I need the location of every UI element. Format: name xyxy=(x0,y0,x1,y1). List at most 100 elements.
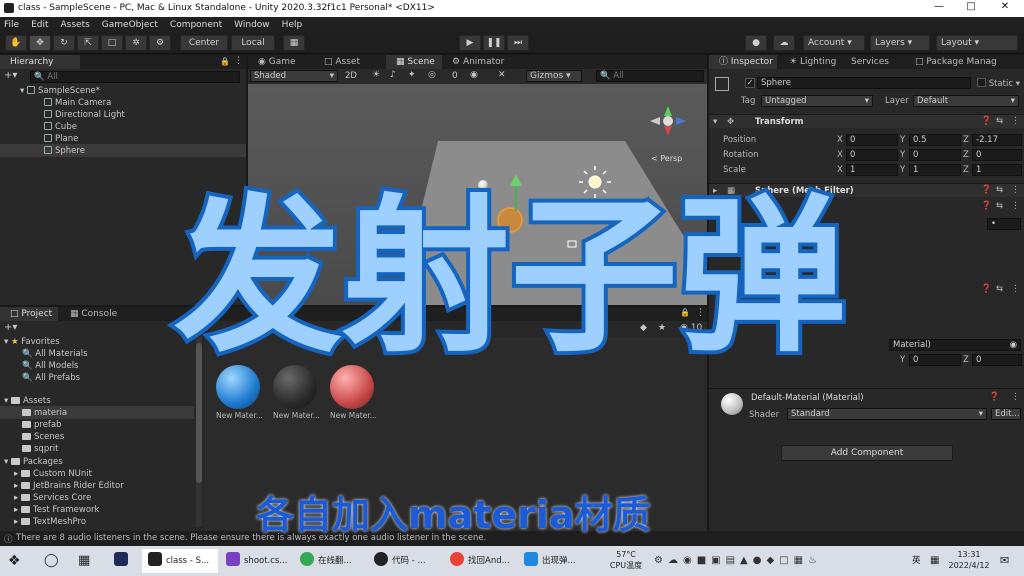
shader-edit-button[interactable]: Edit... xyxy=(991,408,1021,420)
rotation-x-input[interactable]: 0 xyxy=(846,149,898,161)
package-item[interactable]: ▸ Services Core xyxy=(14,492,91,504)
grid-snap-icon[interactable]: ▦ xyxy=(283,35,305,51)
minimize-icon[interactable]: — xyxy=(924,1,954,15)
visibility-icon[interactable]: ◎ xyxy=(428,70,436,80)
menu-component[interactable]: Component xyxy=(170,20,222,30)
component-menu-icon[interactable]: ⋮ xyxy=(1011,284,1020,294)
taskbar-app-translate[interactable]: 在线翻... xyxy=(296,549,368,573)
clock[interactable]: 13:31 2022/4/12 xyxy=(944,549,994,573)
maximize-icon[interactable]: □ xyxy=(956,1,986,15)
object-name-input[interactable]: Sphere xyxy=(757,77,971,89)
rotation-z-input[interactable]: 0 xyxy=(972,149,1022,161)
tab-asset-store[interactable]: □ Asset Store xyxy=(314,55,386,81)
taskbar-app-vs[interactable]: shoot.cs... xyxy=(222,549,294,573)
2d-toggle[interactable]: 2D xyxy=(345,71,357,81)
photoshop-icon[interactable] xyxy=(114,549,134,573)
asset-material-red[interactable]: New Mater... xyxy=(330,365,378,420)
collab-icon[interactable]: ● xyxy=(745,35,767,51)
favorite-item[interactable]: 🔍 All Materials xyxy=(22,348,88,360)
transform-header[interactable]: ▾ ✥ Transform ❓ ⇆ ⋮ xyxy=(709,114,1024,128)
asset-folder-item[interactable]: Scenes xyxy=(22,431,64,443)
tray-icons[interactable]: ⚙☁◉■▣▤▲●◆□▦♨ xyxy=(654,549,904,573)
hierarchy-search-input[interactable]: 🔍 All xyxy=(30,71,240,83)
tray-app-icon[interactable]: ▦ xyxy=(930,549,942,573)
transform-tool-icon[interactable]: ✲ xyxy=(125,35,147,51)
audio-toggle-icon[interactable]: ♪ xyxy=(390,70,396,80)
shader-dropdown[interactable]: Standard ▾ xyxy=(787,408,987,420)
help-icon[interactable]: ❓ xyxy=(981,201,992,211)
help-icon[interactable]: ❓ xyxy=(981,185,992,195)
scale-y-input[interactable]: 1 xyxy=(909,164,961,176)
play-button[interactable]: ▶ xyxy=(459,35,481,51)
hierarchy-item-sphere[interactable]: Sphere xyxy=(44,145,85,157)
asset-folder-item[interactable]: sqprit xyxy=(22,443,58,455)
rotation-y-input[interactable]: 0 xyxy=(909,149,961,161)
tab-hierarchy[interactable]: Hierarchy xyxy=(0,55,80,69)
position-x-input[interactable]: 0 xyxy=(846,134,898,146)
help-icon[interactable]: ❓ xyxy=(981,284,992,294)
menu-help[interactable]: Help xyxy=(282,20,303,30)
favorite-item[interactable]: 🔍 All Prefabs xyxy=(22,372,80,384)
tools-icon[interactable]: ✕ xyxy=(498,70,506,80)
step-button[interactable]: ⏭ xyxy=(507,35,529,51)
taskbar-app-unity[interactable]: class - S... xyxy=(142,549,218,573)
layout-dropdown[interactable]: Layout ▾ xyxy=(936,35,1018,51)
account-dropdown[interactable]: Account ▾ xyxy=(803,35,865,51)
center-z-input[interactable]: 0 xyxy=(972,354,1022,366)
help-icon[interactable]: ❓ xyxy=(981,116,992,126)
center-y-input[interactable]: 0 xyxy=(909,354,961,366)
packages-header[interactable]: ▾ Packages xyxy=(4,456,63,468)
tab-services[interactable]: Services xyxy=(841,55,901,69)
component-menu-icon[interactable]: ⋮ xyxy=(1011,185,1020,195)
shading-dropdown[interactable]: Shaded ▾ xyxy=(250,70,338,82)
add-object-icon[interactable]: +▾ xyxy=(4,70,17,81)
gizmos-dropdown[interactable]: Gizmos ▾ xyxy=(526,70,582,82)
tab-game[interactable]: ◉ Game xyxy=(248,55,314,69)
tab-scene[interactable]: ▦ Scene xyxy=(386,55,442,69)
scene-root[interactable]: ▾ SampleScene* xyxy=(20,85,100,97)
asset-folder-item[interactable]: prefab xyxy=(22,419,62,431)
create-asset-icon[interactable]: +▾ xyxy=(4,322,17,333)
package-item[interactable]: ▸ Custom NUnit xyxy=(14,468,92,480)
taskbar-app-code[interactable]: 代码 - ... xyxy=(370,549,442,573)
hierarchy-item-directional-light[interactable]: Directional Light xyxy=(44,109,125,121)
lock-icon[interactable]: 🔒 xyxy=(220,57,230,66)
scale-z-input[interactable]: 1 xyxy=(972,164,1022,176)
package-item[interactable]: ▸ JetBrains Rider Editor xyxy=(14,480,124,492)
menu-edit[interactable]: Edit xyxy=(31,20,48,30)
menu-file[interactable]: File xyxy=(4,20,19,30)
rect-tool-icon[interactable]: □ xyxy=(101,35,123,51)
material-header[interactable]: Default-Material (Material) ❓ ⋮ Shader S… xyxy=(709,388,1024,420)
preset-icon[interactable]: ⇆ xyxy=(996,185,1003,195)
tab-lighting[interactable]: ☀ Lighting xyxy=(779,55,841,69)
ime-indicator[interactable]: 英 xyxy=(912,549,926,573)
menu-gameobject[interactable]: GameObject xyxy=(102,20,158,30)
preset-icon[interactable]: ⇆ xyxy=(996,116,1003,126)
notification-icon[interactable]: ✉ xyxy=(1000,549,1016,573)
component-menu-icon[interactable]: ⋮ xyxy=(1011,392,1020,402)
layers-dropdown[interactable]: Layers ▾ xyxy=(870,35,930,51)
scale-tool-icon[interactable]: ⇱ xyxy=(77,35,99,51)
add-component-button[interactable]: Add Component xyxy=(781,445,953,461)
component-menu-icon[interactable]: ⋮ xyxy=(1011,201,1020,211)
asset-folder-item[interactable]: materia xyxy=(22,407,67,419)
tab-package-manager[interactable]: □ Package Manag xyxy=(905,55,1017,69)
tag-dropdown[interactable]: Untagged ▾ xyxy=(761,95,873,107)
close-icon[interactable]: ✕ xyxy=(990,1,1020,15)
package-item[interactable]: ▸ TextMeshPro xyxy=(14,516,86,528)
pivot-center-button[interactable]: Center xyxy=(180,35,228,51)
scene-search-input[interactable]: 🔍 All xyxy=(596,70,704,82)
start-button[interactable]: ❖ xyxy=(8,549,32,573)
tab-project[interactable]: □ Project xyxy=(0,307,58,321)
taskbar-app-popup[interactable]: 出现弹... xyxy=(520,549,592,573)
tab-animator[interactable]: ⚙ Animator xyxy=(442,55,514,69)
help-icon[interactable]: ❓ xyxy=(989,392,1000,402)
package-item[interactable]: ▸ Test Framework xyxy=(14,504,99,516)
menu-assets[interactable]: Assets xyxy=(61,20,90,30)
task-view-icon[interactable]: ▦ xyxy=(78,549,98,573)
hierarchy-item-cube[interactable]: Cube xyxy=(44,121,77,133)
tab-inspector[interactable]: ⓘ Inspector xyxy=(709,55,777,69)
hand-tool-icon[interactable]: ✋ xyxy=(5,35,27,51)
lighting-toggle-icon[interactable]: ☀ xyxy=(372,70,380,80)
active-checkbox[interactable]: ✓ xyxy=(745,78,755,88)
